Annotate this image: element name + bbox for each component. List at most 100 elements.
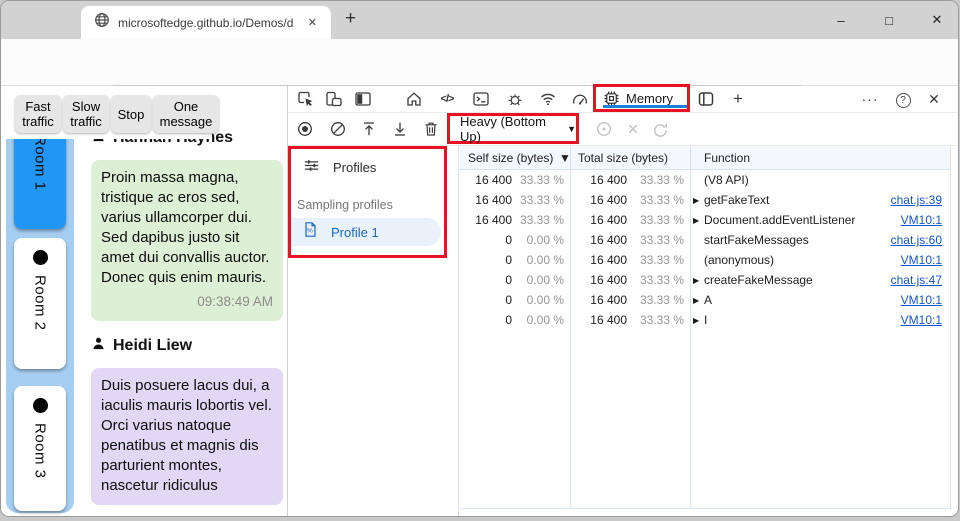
self-size-percent: 0.00 % — [526, 253, 564, 267]
self-size-percent: 0.00 % — [526, 293, 564, 307]
dock-side-icon[interactable] — [353, 89, 373, 109]
column-header-self-size[interactable]: Self size (bytes) — [468, 146, 553, 170]
room-label: Room 2 — [31, 275, 49, 331]
source-link[interactable]: VM10:1 — [901, 213, 950, 227]
table-row[interactable]: 00.00 %16 40033.33 %▶(anonymous)VM10:1 — [460, 250, 950, 270]
room-dot-icon — [32, 250, 48, 265]
code-icon[interactable]: </> — [437, 89, 457, 109]
profiler-table: Self size (bytes) ▼ Total size (bytes) F… — [460, 146, 951, 509]
column-header-function[interactable]: Function — [704, 146, 750, 170]
table-row[interactable]: 0 0.00 % 16 400 33.33 % ▶ createFakeMessage ch… — [460, 270, 950, 290]
table-row[interactable]: 16 400 33.33 % 16 400 33.33 % ▶ Document.addE… — [460, 210, 950, 230]
window-close-button[interactable]: ✕ — [915, 1, 958, 39]
self-size-value: 0 — [505, 313, 512, 327]
column-header-total-size[interactable]: Total size (bytes) — [578, 146, 668, 170]
network-icon[interactable] — [538, 89, 558, 109]
self-size-percent: 33.33 % — [519, 193, 564, 207]
panels-layout-icon[interactable] — [696, 89, 716, 109]
function-name: Document.addEventListener — [704, 213, 856, 227]
source-link[interactable]: VM10:1 — [901, 313, 950, 327]
function-cell: ▶ A VM10:1 — [690, 290, 950, 310]
tab-close-icon[interactable]: ✕ — [304, 14, 321, 31]
message-group: Heidi Liew Duis posuere lacus dui, a iac… — [91, 335, 283, 505]
self-size-value: 0 — [505, 253, 512, 267]
memory-tab-label: Memory — [626, 90, 673, 106]
total-size-value: 16 400 — [590, 313, 627, 327]
expander-icon[interactable]: ▶ — [693, 316, 699, 325]
source-link[interactable]: VM10:1 — [901, 253, 950, 267]
function-cell: ▶ I VM10:1 — [690, 310, 950, 330]
function-cell: ▶ Document.addEventListener VM10:1 — [690, 210, 950, 230]
table-row[interactable]: 00.00 %16 40033.33 %▶startFakeMessagesch… — [460, 230, 950, 250]
total-size-value: 16 400 — [590, 213, 627, 227]
self-size-percent: 33.33 % — [519, 173, 564, 187]
total-size-value: 16 400 — [590, 273, 627, 287]
column-divider[interactable] — [570, 146, 571, 508]
table-row[interactable]: 0 0.00 % 16 400 33.33 % ▶ A VM10:1 — [460, 290, 950, 310]
traffic-button-one-message[interactable]: One message — [153, 95, 219, 133]
traffic-button-slow-traffic[interactable]: Slow traffic — [63, 95, 109, 133]
total-size-percent: 33.33 % — [639, 253, 684, 267]
room-tab-3[interactable]: Room 3 — [14, 386, 66, 511]
console-icon[interactable] — [471, 89, 491, 109]
traffic-button-fast-traffic[interactable]: Fast traffic — [15, 95, 61, 133]
expander-icon[interactable]: ▶ — [693, 216, 699, 225]
message-bubble: Duis posuere lacus dui, a iaculis mauris… — [91, 368, 283, 505]
total-size-percent: 33.33 % — [639, 313, 684, 327]
record-icon[interactable] — [295, 119, 315, 139]
devtools-more-icon[interactable]: ··· — [860, 89, 880, 109]
delete-profile-icon[interactable] — [421, 119, 441, 139]
column-divider[interactable] — [690, 146, 691, 508]
source-link[interactable]: VM10:1 — [901, 293, 950, 307]
table-header: Self size (bytes) ▼ Total size (bytes) F… — [460, 146, 950, 170]
table-row[interactable]: 16 400 33.33 % 16 400 33.33 % ▶(V8 API) — [460, 170, 950, 190]
self-size-value: 16 400 — [475, 173, 512, 187]
help-icon[interactable]: ? — [893, 90, 913, 110]
function-name: I — [704, 313, 708, 327]
device-emulation-icon[interactable] — [324, 89, 344, 109]
total-size-percent: 33.33 % — [639, 233, 684, 247]
inspect-icon[interactable] — [296, 89, 316, 109]
table-row[interactable]: 0 0.00 % 16 400 33.33 % ▶ I VM10:1 — [460, 310, 950, 330]
source-link[interactable]: chat.js:39 — [891, 193, 950, 207]
message-time: 09:38:49 AM — [197, 294, 273, 309]
function-name: getFakeText — [704, 193, 770, 207]
new-tab-button[interactable]: + — [345, 8, 356, 30]
total-size-percent: 33.33 % — [639, 293, 684, 307]
restore-icon — [650, 120, 670, 140]
function-name: A — [704, 293, 713, 307]
source-link[interactable]: chat.js:60 — [891, 233, 950, 247]
traffic-button-stop[interactable]: Stop — [111, 95, 151, 133]
performance-icon[interactable] — [570, 89, 590, 109]
debug-icon[interactable] — [505, 89, 525, 109]
room-label: Room 1 — [31, 135, 49, 191]
devtools-close-icon[interactable]: ✕ — [924, 89, 944, 109]
home-icon[interactable] — [404, 89, 424, 109]
self-size-percent: 0.00 % — [526, 273, 564, 287]
table-row[interactable]: 16 400 33.33 % 16 400 33.33 % ▶ getFakeText ch… — [460, 190, 950, 210]
self-size-value: 16 400 — [475, 193, 512, 207]
more-panels-button[interactable]: + — [728, 89, 748, 109]
window-maximize-button[interactable]: □ — [867, 1, 911, 39]
load-profile-icon[interactable] — [359, 119, 379, 139]
clear-icon[interactable] — [328, 119, 348, 139]
self-size-value: 16 400 — [475, 213, 512, 227]
total-size-percent: 33.33 % — [639, 273, 684, 287]
room-dot-icon — [32, 398, 48, 413]
message-bubble: Proin massa magna, tristique ac eros sed… — [91, 160, 283, 321]
active-tab-underline — [603, 105, 687, 108]
self-size-value: 0 — [505, 273, 512, 287]
window-minimize-button[interactable]: – — [819, 1, 863, 39]
table-body: 16 40033.33 %16 40033.33 %▶(V8 API)16 40… — [460, 170, 950, 330]
total-size-value: 16 400 — [590, 233, 627, 247]
expander-icon[interactable]: ▶ — [693, 276, 699, 285]
browser-tab[interactable]: microsoftedge.github.io/Demos/d ✕ — [81, 6, 331, 39]
expander-icon[interactable]: ▶ — [693, 196, 699, 205]
expander-icon[interactable]: ▶ — [693, 296, 699, 305]
room-tab-2[interactable]: Room 2 — [14, 238, 66, 369]
view-mode-dropdown[interactable]: Heavy (Bottom Up) ▼ — [447, 113, 579, 144]
source-link[interactable]: chat.js:47 — [891, 273, 950, 287]
chat-header: Fast traffic Slow traffic Stop One message — [1, 86, 219, 139]
save-profile-icon[interactable] — [390, 119, 410, 139]
chevron-down-icon: ▼ — [567, 123, 576, 134]
